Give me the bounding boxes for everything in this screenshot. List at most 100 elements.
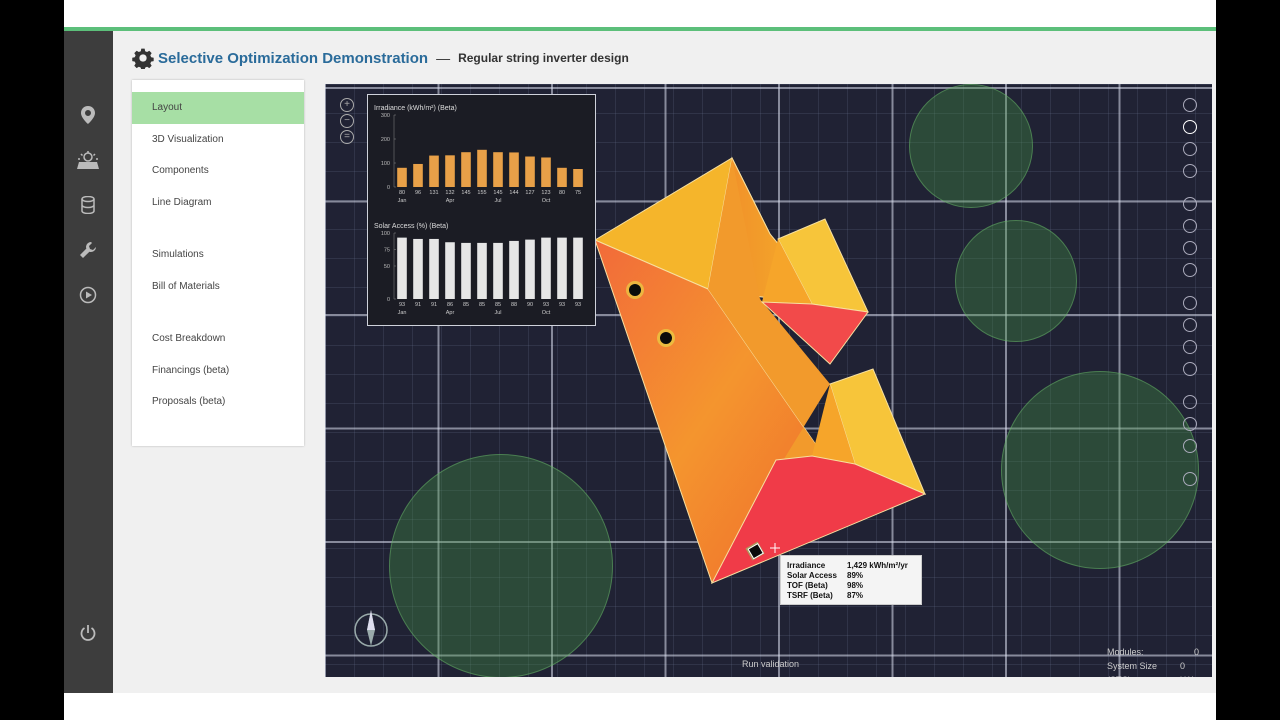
tooltip-tsrf-value: 87% — [847, 591, 864, 600]
zoom-out-button[interactable]: − — [340, 114, 354, 128]
monthly-charts: Irradiance (kWh/m²) (Beta)300 200 100 0 80 96… — [374, 105, 583, 316]
square-tool-button[interactable] — [1183, 142, 1197, 156]
bar-value-label: 145 — [493, 190, 502, 196]
zoom-fit-button[interactable]: = — [340, 130, 354, 144]
tooltip-tof-value: 98% — [847, 581, 864, 590]
menu-item-simulations[interactable]: Simulations — [132, 239, 304, 271]
y-tick-label: 75 — [384, 248, 390, 254]
bar — [573, 237, 583, 299]
menu-item-financings[interactable]: Financings (beta) — [132, 355, 304, 387]
bar-value-label: 155 — [477, 190, 486, 196]
bar — [541, 157, 551, 187]
x-tick-label: Jul — [494, 310, 501, 316]
bar-value-label: 75 — [575, 190, 581, 196]
map-pin-icon[interactable] — [76, 103, 100, 127]
play-circle-icon[interactable] — [76, 283, 100, 307]
minus-tool-button[interactable] — [1183, 241, 1197, 255]
bar — [429, 155, 439, 187]
plus-tool-button[interactable] — [1183, 318, 1197, 332]
grid-tool-button[interactable] — [1183, 98, 1197, 112]
bar — [557, 167, 567, 187]
left-sidebar — [64, 31, 113, 693]
x-tick-label: Oct — [542, 198, 551, 204]
bar — [397, 167, 407, 187]
system-size-value: 0 kW — [1180, 661, 1193, 677]
bar-value-label: 80 — [399, 190, 405, 196]
x-tick-label: Jan — [398, 310, 407, 316]
download-tool-button[interactable] — [1183, 439, 1197, 453]
bar-value-label: 85 — [479, 302, 485, 308]
page-header: Selective Optimization Demonstration — R… — [132, 44, 629, 72]
tooltip-tof-label: TOF (Beta) — [787, 581, 828, 590]
bar — [477, 149, 487, 187]
bar-value-label: 90 — [527, 302, 533, 308]
camera-tool-button[interactable] — [1183, 417, 1197, 431]
tooltip-irradiance-value: 1,429 kWh/m²/yr — [847, 561, 908, 570]
run-validation-button[interactable]: Run validation — [742, 659, 799, 669]
settings-tool-button[interactable] — [1183, 219, 1197, 233]
bar-value-label: 93 — [575, 302, 581, 308]
bar-value-label: 132 — [445, 190, 454, 196]
slash-tool-button[interactable] — [1183, 164, 1197, 178]
bar — [509, 152, 519, 187]
bar-value-label: 93 — [399, 302, 405, 308]
target-tool-button[interactable] — [1183, 395, 1197, 409]
title-separator: — — [436, 50, 451, 66]
bar-value-label: 96 — [415, 190, 421, 196]
menu-item-proposals[interactable]: Proposals (beta) — [132, 386, 304, 418]
bar — [525, 156, 535, 187]
menu-item-line-diagram[interactable]: Line Diagram — [132, 187, 304, 219]
power-icon[interactable] — [76, 621, 100, 645]
chart-title: Solar Access (%) (Beta) — [374, 223, 448, 230]
design-canvas[interactable]: + − = Irradiance (kWh/m²) (Beta) 300 200 10… — [325, 84, 1212, 677]
tooltip-solar-access-label: Solar Access — [787, 571, 837, 580]
bar-value-label: 93 — [559, 302, 565, 308]
crosshair-tool-button[interactable] — [1183, 120, 1197, 134]
y-tick-label: 50 — [384, 264, 390, 270]
design-name: Regular string inverter design — [458, 51, 629, 65]
bar — [413, 163, 423, 187]
bar — [557, 237, 567, 299]
bar-value-label: 85 — [495, 302, 501, 308]
bar — [461, 242, 471, 299]
bar — [493, 242, 503, 299]
x-tick-label: Apr — [446, 310, 455, 316]
production-chart-panel: Irradiance (kWh/m²) (Beta) 300 200 100 0 80 96… — [367, 94, 596, 326]
y-tick-label: 200 — [381, 137, 390, 143]
system-size-label: System Size (STC): — [1107, 661, 1158, 677]
fill-tool-button[interactable] — [1183, 197, 1197, 211]
zoom-in-button[interactable]: + — [340, 98, 354, 112]
tooltip-solar-access-value: 89% — [847, 571, 864, 580]
menu-item-cost-breakdown[interactable]: Cost Breakdown — [132, 323, 304, 355]
bar — [573, 169, 583, 187]
search-tool-button[interactable] — [1183, 296, 1197, 310]
y-tick-label: 0 — [387, 297, 390, 303]
gear-icon[interactable] — [132, 47, 154, 69]
bar-value-label: 91 — [431, 302, 437, 308]
north-tool-button[interactable] — [1183, 340, 1197, 354]
bar — [445, 155, 455, 187]
x-tick-label: Jul — [494, 198, 501, 204]
bar-value-label: 145 — [461, 190, 470, 196]
bar-value-label: 91 — [415, 302, 421, 308]
menu-item-components[interactable]: Components — [132, 155, 304, 187]
wrench-icon[interactable] — [76, 238, 100, 262]
bar-value-label: 144 — [509, 190, 518, 196]
resize-tool-button[interactable] — [1183, 263, 1197, 277]
solar-panel-sun-icon[interactable] — [76, 148, 100, 172]
menu-item-bill-of-materials[interactable]: Bill of Materials — [132, 271, 304, 303]
menu-item-3d-visualization[interactable]: 3D Visualization — [132, 124, 304, 156]
x-tick-label: Jan — [398, 198, 407, 204]
arrow-tool-button[interactable] — [1183, 362, 1197, 376]
database-icon[interactable] — [76, 193, 100, 217]
bar — [445, 242, 455, 299]
modules-value: 0 — [1193, 647, 1199, 657]
gear-tool-button[interactable] — [1183, 472, 1197, 486]
y-tick-label: 0 — [387, 185, 390, 191]
menu-item-layout[interactable]: Layout — [132, 92, 304, 124]
bar-value-label: 88 — [511, 302, 517, 308]
bar — [477, 242, 487, 299]
bar-value-label: 80 — [559, 190, 565, 196]
bar — [461, 152, 471, 187]
bar — [525, 239, 535, 299]
